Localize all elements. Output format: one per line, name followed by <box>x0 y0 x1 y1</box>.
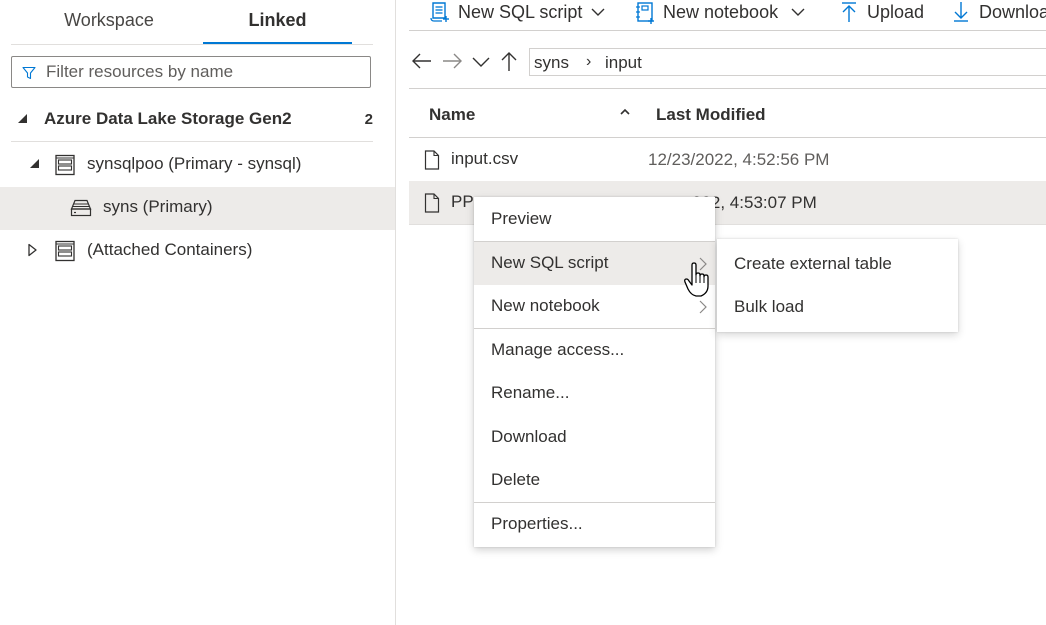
resource-explorer-panel: Workspace Linked Azure Data Lake Storage… <box>0 0 396 625</box>
toolbar-divider <box>409 30 1046 31</box>
file-list-header: Name Last Modified <box>409 92 1046 137</box>
sql-script-icon <box>430 2 449 22</box>
menu-item-label: Properties... <box>491 514 583 533</box>
menu-item-properties[interactable]: Properties... <box>474 503 715 546</box>
download-icon <box>954 2 968 22</box>
menu-item-label: New SQL script <box>491 253 609 272</box>
menu-item-label: Bulk load <box>734 297 804 316</box>
tree-node-attached-containers[interactable]: (Attached Containers) <box>0 230 395 273</box>
tree-node-label: Azure Data Lake Storage Gen2 <box>44 109 292 128</box>
tree-node-label: (Attached Containers) <box>87 240 253 259</box>
back-arrow-icon[interactable] <box>411 50 433 72</box>
menu-item-label: New notebook <box>491 296 600 315</box>
storage-account-icon <box>55 240 75 262</box>
tree-node-synsqlpoo[interactable]: synsqlpoo (Primary - synsql) <box>0 144 395 187</box>
menu-item-label: Create external table <box>734 254 892 273</box>
file-row[interactable]: input.csv 12/23/2022, 4:52:56 PM <box>409 138 1046 182</box>
tree-divider <box>11 141 373 142</box>
menu-item-manage-access[interactable]: Manage access... <box>474 329 715 372</box>
file-icon <box>424 193 440 213</box>
up-arrow-icon[interactable] <box>498 50 520 72</box>
menu-item-label: Delete <box>491 470 541 489</box>
column-header-name[interactable]: Name <box>429 105 475 125</box>
caret-collapsed-icon[interactable] <box>27 243 38 257</box>
filter-input[interactable] <box>46 61 366 83</box>
caret-expanded-icon[interactable] <box>29 158 40 169</box>
recent-locations-chevron-icon[interactable] <box>470 50 492 72</box>
menu-item-rename[interactable]: Rename... <box>474 372 715 415</box>
download-button[interactable]: Download <box>952 0 1046 26</box>
menu-item-delete[interactable]: Delete <box>474 459 715 502</box>
file-last-modified: 12/23/2022, 4:52:56 PM <box>648 150 830 169</box>
tree-node-label: synsqlpoo (Primary - synsql) <box>87 154 302 173</box>
sort-ascending-icon[interactable] <box>619 106 631 118</box>
menu-item-new-notebook[interactable]: New notebook <box>474 285 715 328</box>
tabs-divider <box>11 44 373 45</box>
notebook-icon <box>636 2 654 24</box>
new-sql-script-button[interactable]: New SQL script <box>429 0 609 26</box>
upload-button[interactable]: Upload <box>840 0 930 26</box>
menu-item-label: Rename... <box>491 383 570 402</box>
address-divider <box>409 88 1046 89</box>
submenu-new-sql-script: Create external table Bulk load <box>717 239 958 332</box>
tree-node-adls-gen2[interactable]: Azure Data Lake Storage Gen2 2 <box>0 99 395 142</box>
file-name: PP <box>451 192 474 211</box>
container-icon <box>70 199 92 217</box>
breadcrumb-input[interactable]: input <box>605 53 642 73</box>
chevron-right-icon <box>699 300 707 314</box>
tab-workspace[interactable]: Workspace <box>14 10 204 34</box>
file-name: input.csv <box>451 149 519 168</box>
upload-label: Upload <box>867 2 925 22</box>
file-icon <box>424 150 440 170</box>
caret-expanded-icon[interactable] <box>17 113 28 124</box>
menu-item-label: Manage access... <box>491 340 625 359</box>
tree-node-label: syns (Primary) <box>103 197 213 216</box>
filter-icon <box>22 66 36 80</box>
breadcrumb-separator: › <box>586 53 592 70</box>
menu-item-download[interactable]: Download <box>474 416 715 459</box>
new-sql-script-label: New SQL script <box>458 2 583 22</box>
tree-node-count: 2 <box>364 111 373 128</box>
menu-item-bulk-load[interactable]: Bulk load <box>717 286 958 329</box>
menu-item-label: Preview <box>491 209 552 228</box>
tree-node-syns[interactable]: syns (Primary) <box>0 187 395 230</box>
upload-icon <box>842 2 856 22</box>
chevron-down-icon[interactable] <box>591 7 605 17</box>
menu-item-label: Download <box>491 427 567 446</box>
menu-item-new-sql-script[interactable]: New SQL script <box>474 242 715 285</box>
new-notebook-button[interactable]: New notebook <box>634 0 809 26</box>
download-label: Download <box>979 2 1046 22</box>
storage-account-icon <box>55 154 75 176</box>
menu-item-create-external-table[interactable]: Create external table <box>717 243 958 286</box>
context-menu: Preview New SQL script New notebook Mana… <box>474 197 715 547</box>
column-header-last-modified[interactable]: Last Modified <box>656 105 766 125</box>
forward-arrow-icon[interactable] <box>441 50 463 72</box>
menu-item-preview[interactable]: Preview <box>474 198 715 241</box>
breadcrumb-syns[interactable]: syns <box>534 53 569 73</box>
filter-box[interactable] <box>11 56 371 88</box>
address-bar[interactable]: syns › input <box>529 48 1046 76</box>
chevron-down-icon[interactable] <box>791 7 805 17</box>
tab-linked[interactable]: Linked <box>203 10 352 34</box>
hand-pointer-cursor-icon <box>684 262 709 297</box>
new-notebook-label: New notebook <box>663 2 779 22</box>
